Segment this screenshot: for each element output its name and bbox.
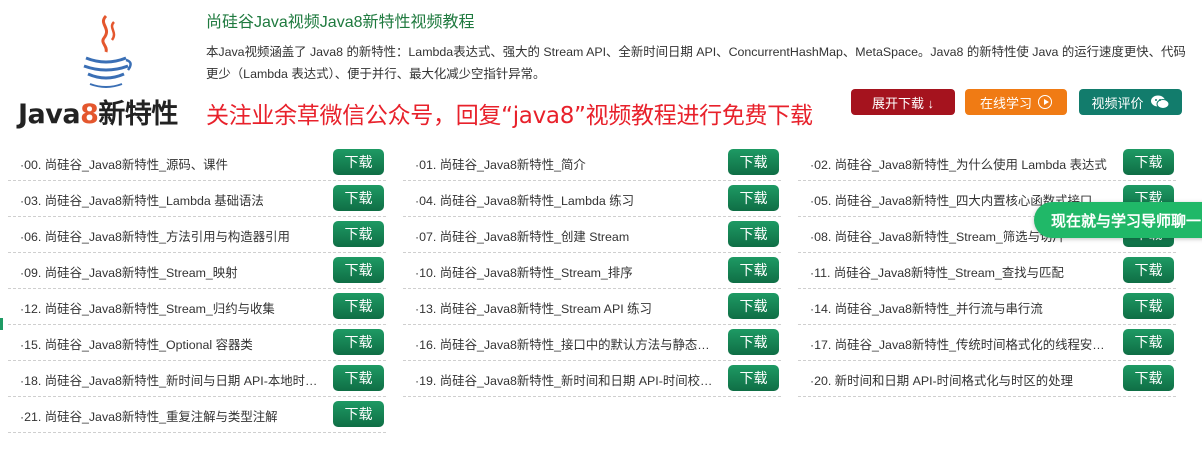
lesson-item: ·20. 新时间和日期 API-时间格式化与时区的处理 下载 xyxy=(798,360,1176,397)
lesson-download-button[interactable]: 下载 xyxy=(728,221,779,247)
lesson-item: ·19. 尚硅谷_Java8新特性_新时间和日期 API-时间校正器 下载 xyxy=(403,360,781,397)
page-edge-marker xyxy=(0,318,3,330)
lesson-download-button[interactable]: 下载 xyxy=(333,149,384,175)
lesson-item: ·13. 尚硅谷_Java8新特性_Stream API 练习 下载 xyxy=(403,288,781,325)
logo-text: Java8新特性 xyxy=(18,99,178,130)
lesson-item: ·17. 尚硅谷_Java8新特性_传统时间格式化的线程安全问题 下载 xyxy=(798,324,1176,361)
lesson-title[interactable]: ·03. 尚硅谷_Java8新特性_Lambda 基础语法 xyxy=(20,191,325,209)
lesson-item: ·16. 尚硅谷_Java8新特性_接口中的默认方法与静态方法 下载 xyxy=(403,324,781,361)
lesson-item: ·04. 尚硅谷_Java8新特性_Lambda 练习 下载 xyxy=(403,180,781,217)
java-cup-icon xyxy=(83,14,132,88)
lesson-item: ·00. 尚硅谷_Java8新特性_源码、课件 下载 xyxy=(8,144,386,181)
lesson-title[interactable]: ·12. 尚硅谷_Java8新特性_Stream_归约与收集 xyxy=(20,299,325,317)
lesson-download-button[interactable]: 下载 xyxy=(728,149,779,175)
lesson-download-button[interactable]: 下载 xyxy=(333,401,384,427)
lesson-download-button[interactable]: 下载 xyxy=(333,329,384,355)
play-icon xyxy=(1038,95,1052,109)
lesson-download-button[interactable]: 下载 xyxy=(728,329,779,355)
lesson-download-button[interactable]: 下载 xyxy=(1123,329,1174,355)
lesson-download-button[interactable]: 下载 xyxy=(1123,293,1174,319)
lesson-item: ·12. 尚硅谷_Java8新特性_Stream_归约与收集 下载 xyxy=(8,288,386,325)
lesson-item: ·21. 尚硅谷_Java8新特性_重复注解与类型注解 下载 xyxy=(8,396,386,433)
lesson-download-button[interactable]: 下载 xyxy=(333,365,384,391)
course-description: 本Java视频涵盖了 Java8 的新特性：Lambda表达式、强大的 Stre… xyxy=(206,45,1186,81)
course-title[interactable]: 尚硅谷Java视频Java8新特性视频教程 xyxy=(206,8,475,32)
lesson-item: ·09. 尚硅谷_Java8新特性_Stream_映射 下载 xyxy=(8,252,386,289)
learn-online-button[interactable]: 在线学习 xyxy=(965,89,1067,115)
lesson-item: ·02. 尚硅谷_Java8新特性_为什么使用 Lambda 表达式 下载 xyxy=(798,144,1176,181)
lesson-item: ·11. 尚硅谷_Java8新特性_Stream_查找与匹配 下载 xyxy=(798,252,1176,289)
lesson-title[interactable]: ·13. 尚硅谷_Java8新特性_Stream API 练习 xyxy=(415,299,720,317)
lesson-title[interactable]: ·02. 尚硅谷_Java8新特性_为什么使用 Lambda 表达式 xyxy=(810,155,1115,173)
lesson-item: ·18. 尚硅谷_Java8新特性_新时间与日期 API-本地时间与时间戳下载 xyxy=(8,360,386,397)
lesson-download-button[interactable]: 下载 xyxy=(333,185,384,211)
lesson-title[interactable]: ·09. 尚硅谷_Java8新特性_Stream_映射 xyxy=(20,263,325,281)
lesson-title[interactable]: ·11. 尚硅谷_Java8新特性_Stream_查找与匹配 xyxy=(810,263,1115,281)
lesson-download-button[interactable]: 下载 xyxy=(1123,257,1174,283)
lesson-download-button[interactable]: 下载 xyxy=(333,293,384,319)
lesson-title[interactable]: ·15. 尚硅谷_Java8新特性_Optional 容器类 xyxy=(20,335,325,353)
lesson-item: ·07. 尚硅谷_Java8新特性_创建 Stream 下载 xyxy=(403,216,781,253)
lesson-item: ·01. 尚硅谷_Java8新特性_简介 下载 xyxy=(403,144,781,181)
lesson-download-button[interactable]: 下载 xyxy=(333,221,384,247)
lesson-title[interactable]: ·01. 尚硅谷_Java8新特性_简介 xyxy=(415,155,720,173)
lesson-title[interactable]: ·14. 尚硅谷_Java8新特性_并行流与串行流 xyxy=(810,299,1115,317)
lesson-item: ·03. 尚硅谷_Java8新特性_Lambda 基础语法 下载 xyxy=(8,180,386,217)
chat-with-tutor-button[interactable]: 现在就与学习导师聊一 xyxy=(1034,202,1202,238)
lesson-title[interactable]: ·04. 尚硅谷_Java8新特性_Lambda 练习 xyxy=(415,191,720,209)
lesson-title[interactable]: ·06. 尚硅谷_Java8新特性_方法引用与构造器引用 xyxy=(20,227,325,245)
lesson-download-button[interactable]: 下载 xyxy=(1123,149,1174,175)
lesson-title[interactable]: ·19. 尚硅谷_Java8新特性_新时间和日期 API-时间校正器 xyxy=(415,371,720,389)
lesson-title[interactable]: ·21. 尚硅谷_Java8新特性_重复注解与类型注解 xyxy=(20,407,325,425)
lesson-title[interactable]: ·17. 尚硅谷_Java8新特性_传统时间格式化的线程安全问题 xyxy=(810,335,1115,353)
lesson-title[interactable]: ·00. 尚硅谷_Java8新特性_源码、课件 xyxy=(20,155,325,173)
java8-logo: Java8新特性 xyxy=(14,8,184,130)
review-button[interactable]: 视频评价 xyxy=(1079,89,1182,115)
wechat-icon xyxy=(1150,95,1169,109)
lesson-item: ·06. 尚硅谷_Java8新特性_方法引用与构造器引用 下载 xyxy=(8,216,386,253)
lesson-title[interactable]: ·10. 尚硅谷_Java8新特性_Stream_排序 xyxy=(415,263,720,281)
lesson-download-button[interactable]: 下载 xyxy=(728,185,779,211)
lesson-title[interactable]: ·07. 尚硅谷_Java8新特性_创建 Stream xyxy=(415,227,720,245)
lesson-download-button[interactable]: 下载 xyxy=(728,365,779,391)
promo-text: 关注业余草微信公众号，回复“java8”视频教程进行免费下载 xyxy=(206,103,813,129)
lesson-title[interactable]: ·20. 新时间和日期 API-时间格式化与时区的处理 xyxy=(810,371,1115,389)
lesson-download-button[interactable]: 下载 xyxy=(1123,365,1174,391)
lesson-title[interactable]: ·16. 尚硅谷_Java8新特性_接口中的默认方法与静态方法 xyxy=(415,335,720,353)
lesson-item: ·14. 尚硅谷_Java8新特性_并行流与串行流 下载 xyxy=(798,288,1176,325)
lesson-item: ·10. 尚硅谷_Java8新特性_Stream_排序 下载 xyxy=(403,252,781,289)
lesson-download-button[interactable]: 下载 xyxy=(728,293,779,319)
lesson-title[interactable]: ·18. 尚硅谷_Java8新特性_新时间与日期 API-本地时间与时间戳 xyxy=(20,371,325,389)
lesson-download-button[interactable]: 下载 xyxy=(728,257,779,283)
lesson-download-button[interactable]: 下载 xyxy=(333,257,384,283)
expand-download-button[interactable]: 展开下载 ↓ xyxy=(851,89,955,115)
lesson-item: ·15. 尚硅谷_Java8新特性_Optional 容器类 下载 xyxy=(8,324,386,361)
